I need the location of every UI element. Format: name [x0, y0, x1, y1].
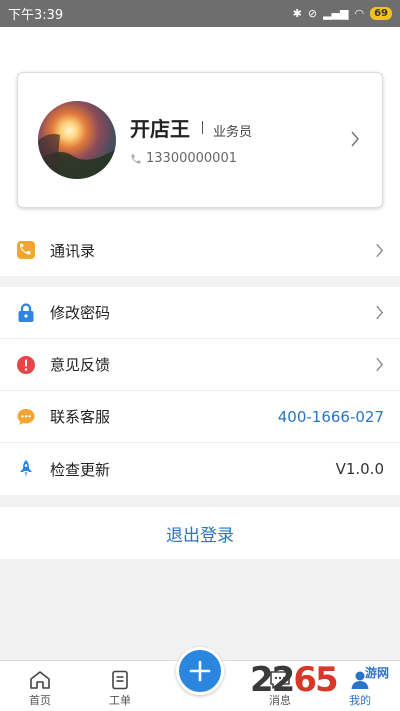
profile-card[interactable]: 开店王 业务员 13300000001 — [17, 72, 383, 208]
home-icon — [30, 671, 50, 689]
mute-icon: ⊘ — [307, 7, 318, 20]
menu-group-settings: 修改密码 意见反馈 联系客服 400-1666-027 检查更新 V1.0.0 — [0, 287, 400, 495]
user-role: 业务员 — [213, 125, 253, 140]
menu-item-contacts[interactable]: 通讯录 — [0, 224, 400, 276]
logout-button[interactable]: 退出登录 — [0, 507, 400, 559]
tab-label: 我的 — [349, 694, 371, 707]
status-bar: 下午3:39 ✱ ⊘ ▂▄▆ ◠ 69 — [0, 0, 400, 27]
divider — [202, 121, 203, 134]
menu-item-label: 联系客服 — [50, 408, 111, 426]
tab-work-order[interactable]: 工单 — [80, 661, 160, 711]
menu-item-check-update[interactable]: 检查更新 V1.0.0 — [0, 443, 400, 495]
chevron-right-icon — [351, 131, 359, 147]
tab-label: 工单 — [109, 694, 131, 707]
alert-icon — [16, 355, 36, 375]
bluetooth-icon: ✱ — [292, 7, 302, 20]
watermark: 2265 — [250, 660, 339, 700]
watermark-text-b: 65 — [293, 660, 338, 700]
menu-group-contacts: 通讯录 — [0, 224, 400, 276]
status-icons: ✱ ⊘ ▂▄▆ ◠ 69 — [293, 7, 392, 20]
document-icon — [112, 670, 128, 690]
watermark-text-a: 22 — [250, 660, 295, 700]
battery-icon: 69 — [370, 7, 392, 20]
menu-item-customer-service[interactable]: 联系客服 400-1666-027 — [0, 391, 400, 443]
chat-icon — [16, 407, 36, 427]
tab-label: 首页 — [29, 694, 51, 707]
menu-item-feedback[interactable]: 意见反馈 — [0, 339, 400, 391]
menu-item-label: 修改密码 — [50, 304, 111, 322]
wifi-icon: ◠ — [354, 7, 365, 20]
chevron-right-icon — [376, 243, 384, 257]
avatar — [38, 101, 116, 179]
status-time: 下午3:39 — [8, 8, 64, 23]
signal-icon: ▂▄▆ — [323, 7, 349, 20]
menu-item-label: 通讯录 — [50, 241, 96, 260]
plus-icon — [189, 660, 211, 682]
profile-section: 开店王 业务员 13300000001 — [0, 27, 400, 228]
service-phone-link[interactable]: 400-1666-027 — [278, 408, 384, 426]
contacts-icon — [16, 240, 36, 260]
rocket-icon — [16, 459, 36, 479]
user-phone: 13300000001 — [130, 151, 237, 166]
watermark-sub: 游网 — [365, 666, 390, 680]
chevron-right-icon — [376, 305, 384, 320]
menu-item-label: 检查更新 — [50, 460, 111, 479]
user-name: 开店王 — [130, 117, 190, 141]
phone-icon — [131, 154, 141, 163]
lock-icon — [16, 302, 36, 323]
menu-item-label: 意见反馈 — [50, 356, 111, 374]
menu-item-change-password[interactable]: 修改密码 — [0, 287, 400, 339]
tab-home[interactable]: 首页 — [0, 661, 80, 711]
chevron-right-icon — [376, 357, 384, 372]
phone-number: 13300000001 — [146, 151, 237, 166]
add-button[interactable] — [176, 647, 224, 695]
version-value: V1.0.0 — [335, 460, 384, 478]
